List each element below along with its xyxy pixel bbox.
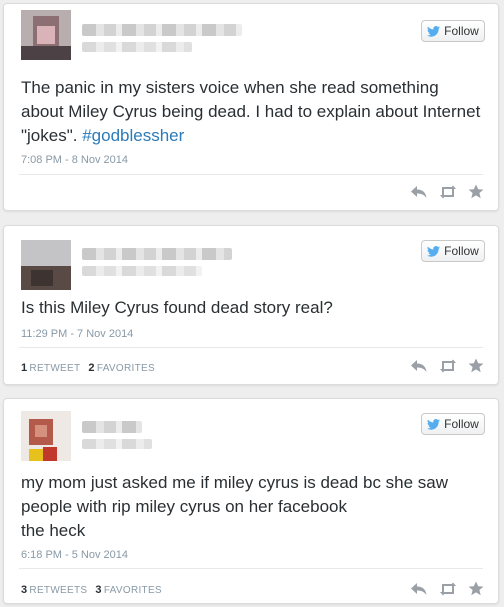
twitter-bird-icon (427, 245, 441, 257)
favorite-star-icon[interactable] (468, 184, 484, 199)
follow-label: Follow (444, 417, 479, 431)
user-handle-blurred[interactable] (82, 439, 152, 449)
tweet-card-1: Follow The panic in my sisters voice whe… (3, 3, 499, 211)
tweet-actions (410, 581, 484, 596)
favorite-star-icon[interactable] (468, 358, 484, 373)
twitter-bird-icon (427, 418, 441, 430)
tweet-timestamp[interactable]: 6:18 PM - 5 Nov 2014 (21, 549, 128, 561)
retweet-label[interactable]: Retweet (29, 363, 80, 374)
user-name-blurred[interactable] (82, 24, 242, 36)
divider (19, 568, 483, 569)
follow-button[interactable]: Follow (421, 240, 485, 262)
divider (19, 347, 483, 348)
tweet-card-2: Follow Is this Miley Cyrus found dead st… (3, 225, 499, 385)
tweet-text-line: my mom just asked me if miley cyrus is d… (21, 473, 449, 492)
follow-label: Follow (444, 244, 479, 258)
tweet-text-line: people with rip miley cyrus on her faceb… (21, 497, 347, 516)
tweet-actions (410, 184, 484, 199)
favorite-star-icon[interactable] (468, 581, 484, 596)
tweet-stats: 1 Retweet 2 Favorites (21, 362, 155, 374)
hashtag-link[interactable]: #godblessher (82, 126, 184, 145)
retweet-icon[interactable] (438, 185, 458, 199)
tweet-actions (410, 358, 484, 373)
tweet-text: Is this Miley Cyrus found dead story rea… (21, 298, 333, 317)
tweet-text: my mom just asked me if miley cyrus is d… (21, 471, 482, 543)
retweet-count[interactable]: 3 (21, 584, 27, 596)
user-name-blurred[interactable] (82, 421, 142, 433)
follow-label: Follow (444, 24, 479, 38)
retweet-count[interactable]: 1 (21, 362, 27, 374)
twitter-bird-icon (427, 25, 441, 37)
retweet-label[interactable]: Retweets (29, 585, 87, 596)
reply-icon[interactable] (410, 185, 428, 199)
follow-button[interactable]: Follow (421, 413, 485, 435)
avatar[interactable] (21, 411, 71, 461)
avatar[interactable] (21, 240, 71, 290)
reply-icon[interactable] (410, 582, 428, 596)
favorite-count[interactable]: 3 (95, 584, 101, 596)
favorite-label[interactable]: Favorites (97, 363, 155, 374)
tweet-card-3: Follow my mom just asked me if miley cyr… (3, 398, 499, 604)
follow-button[interactable]: Follow (421, 20, 485, 42)
avatar[interactable] (21, 10, 71, 60)
reply-icon[interactable] (410, 359, 428, 373)
user-name-blurred[interactable] (82, 248, 232, 260)
retweet-icon[interactable] (438, 582, 458, 596)
retweet-icon[interactable] (438, 359, 458, 373)
favorite-count[interactable]: 2 (88, 362, 94, 374)
tweet-timestamp[interactable]: 11:29 PM - 7 Nov 2014 (21, 328, 133, 340)
tweet-stats: 3 Retweets 3 Favorites (21, 584, 162, 596)
user-handle-blurred[interactable] (82, 266, 202, 276)
tweet-text-line: the heck (21, 521, 86, 540)
tweet-text: The panic in my sisters voice when she r… (21, 76, 482, 148)
user-handle-blurred[interactable] (82, 42, 192, 52)
divider (19, 174, 483, 175)
tweet-timestamp[interactable]: 7:08 PM - 8 Nov 2014 (21, 154, 128, 166)
favorite-label[interactable]: Favorites (104, 585, 162, 596)
